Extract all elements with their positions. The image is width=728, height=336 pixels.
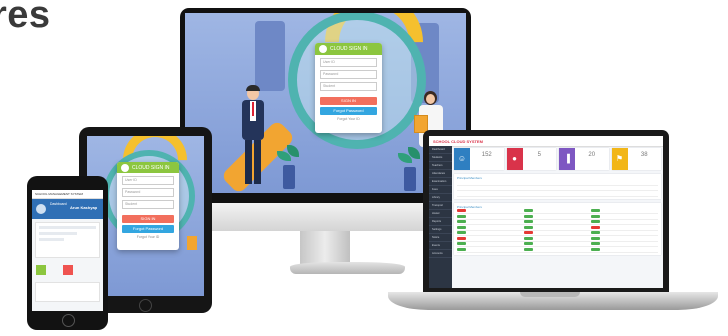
- status-pill: [457, 236, 466, 240]
- status-pill: [457, 220, 466, 223]
- stat-value: 20: [588, 152, 596, 158]
- stat-value: 38: [640, 152, 648, 158]
- sidebar-item[interactable]: Teachers: [429, 162, 452, 170]
- status-pill: [457, 231, 466, 234]
- red-tile[interactable]: [63, 265, 73, 275]
- phone-screen: SCHOOL MANAGEMENT SYSTEM Dashboard Arun …: [32, 190, 103, 311]
- chat-icon: ●: [506, 148, 523, 170]
- sidebar-item[interactable]: Reports: [429, 218, 452, 226]
- sidebar-item[interactable]: Attendance: [429, 170, 452, 178]
- table-row: [457, 247, 658, 253]
- person-icon: ⚑: [611, 148, 628, 170]
- status-pill: [457, 225, 466, 229]
- status-pill: [524, 242, 533, 245]
- status-pill: [524, 209, 533, 212]
- sidebar-item[interactable]: Settings: [429, 226, 452, 234]
- password-input[interactable]: Password: [122, 188, 174, 197]
- phone-list-panel: [35, 282, 100, 302]
- laptop-screen: SCHOOL CLOUD SYSTEM Dashboard Students Tea…: [429, 136, 663, 288]
- green-tile[interactable]: [36, 265, 46, 275]
- user-name: Arun Kashyap: [70, 205, 98, 210]
- status-pill: [591, 231, 600, 234]
- status-pill: [591, 220, 600, 223]
- tablet-home-button[interactable]: [139, 299, 152, 312]
- status-pill: [457, 247, 466, 251]
- status-pill: [457, 242, 466, 245]
- monitor-stand: [300, 231, 350, 265]
- status-pill: [457, 209, 466, 212]
- stat-value: 152: [481, 152, 492, 158]
- dashboard-topbar: SCHOOL CLOUD SYSTEM: [429, 136, 663, 147]
- status-pill: [524, 225, 533, 229]
- sidebar-item[interactable]: Students: [429, 154, 452, 162]
- sidebar-item[interactable]: Hostel: [429, 210, 452, 218]
- table-row: [457, 191, 658, 197]
- forgot-id-link[interactable]: Forgot Your ID: [117, 235, 179, 239]
- status-pill: [457, 214, 466, 218]
- brand-name: SCHOOL CLOUD SYSTEM: [433, 138, 483, 144]
- status-pill: [591, 209, 600, 212]
- forgot-password-button[interactable]: Forgot Password: [122, 225, 174, 233]
- sign-in-button[interactable]: SIGN IN: [122, 215, 174, 223]
- user-id-input[interactable]: User ID: [122, 176, 174, 185]
- status-pill: [591, 225, 600, 229]
- login-title: CLOUD SIGN IN: [132, 164, 170, 171]
- sidebar-item[interactable]: Fees: [429, 186, 452, 194]
- phone-profile-banner: Dashboard Arun Kashyap: [32, 199, 103, 219]
- status-pill: [591, 236, 600, 240]
- status-pill: [524, 236, 533, 240]
- status-pill: [524, 247, 533, 251]
- page-heading: res: [0, 0, 51, 36]
- stat-tile[interactable]: ⚑ 38: [611, 148, 661, 170]
- sidebar-item[interactable]: Events: [429, 242, 452, 250]
- status-pill: [591, 242, 600, 245]
- stat-tile[interactable]: ● 5: [506, 148, 556, 170]
- chart-icon: ▐: [559, 148, 575, 170]
- status-pill: [524, 220, 533, 223]
- stat-tile[interactable]: ▐ 20: [559, 148, 609, 170]
- sidebar-item[interactable]: Transport: [429, 202, 452, 210]
- stat-value: 5: [537, 152, 541, 158]
- login-header: CLOUD SIGN IN: [117, 162, 179, 173]
- phone-app-title: SCHOOL MANAGEMENT SYSTEM: [32, 190, 103, 199]
- laptop-notch: [520, 292, 580, 297]
- status-pill: [524, 231, 533, 234]
- stat-tile[interactable]: ☺ 152: [454, 148, 504, 170]
- sidebar-item[interactable]: Accounts: [429, 250, 452, 258]
- status-pill: [591, 247, 600, 251]
- dashboard-sidebar: Dashboard Students Teachers Attendance Exami…: [429, 146, 452, 288]
- monitor-foot: [290, 262, 405, 274]
- sidebar-item[interactable]: Notice: [429, 234, 452, 242]
- dashboard-main: ☺ 152 ● 5 ▐ 20 ⚑ 38 Principal Members Principal…: [454, 148, 661, 288]
- users-icon: ☺: [454, 148, 470, 170]
- avatar: [36, 204, 46, 214]
- role-select[interactable]: Student: [122, 200, 174, 209]
- phone-home-button[interactable]: [62, 314, 75, 327]
- phone-stat-tiles: [32, 261, 103, 279]
- sidebar-item[interactable]: Library: [429, 194, 452, 202]
- status-pill: [524, 214, 533, 218]
- phone-device: SCHOOL MANAGEMENT SYSTEM Dashboard Arun …: [27, 176, 108, 330]
- status-pill: [591, 214, 600, 218]
- members-panel: Principal Members: [454, 174, 661, 199]
- sidebar-item[interactable]: Dashboard: [429, 146, 452, 154]
- sidebar-item[interactable]: Examination: [429, 178, 452, 186]
- graduation-cap-icon: [121, 163, 129, 172]
- phone-tab-label[interactable]: Dashboard: [50, 202, 67, 206]
- status-panel: Principal Members: [454, 202, 661, 255]
- phone-form-panel: [35, 222, 100, 258]
- tablet-login-card: CLOUD SIGN IN User ID Password Student S…: [117, 162, 179, 250]
- laptop-device: SCHOOL CLOUD SYSTEM Dashboard Students Tea…: [423, 130, 669, 292]
- stat-tiles: ☺ 152 ● 5 ▐ 20 ⚑ 38: [454, 148, 661, 170]
